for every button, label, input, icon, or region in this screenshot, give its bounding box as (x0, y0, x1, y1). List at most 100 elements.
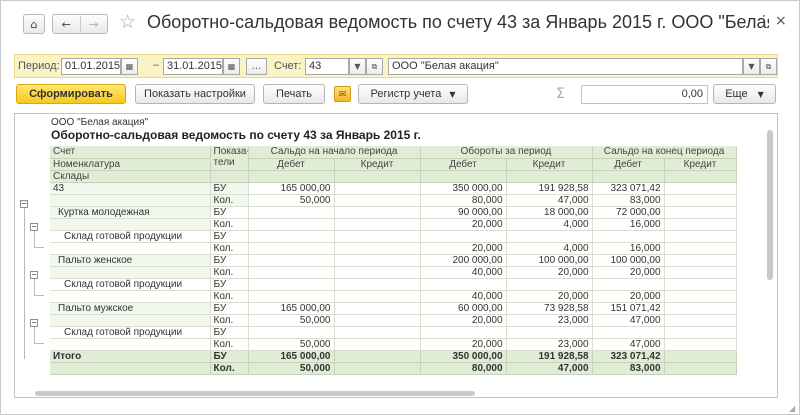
row-indicator: Кол. (210, 290, 249, 303)
resize-grip-icon[interactable]: ◢ (789, 404, 797, 413)
table-row[interactable]: Кол. 20,000 4,000 16,000 (50, 242, 737, 255)
chevron-down-icon[interactable]: ▼ (743, 58, 760, 75)
register-button[interactable]: Регистр учета ▼ (358, 84, 468, 104)
report-title: Оборотно-сальдовая ведомость по счету 43… (51, 128, 421, 142)
table-row[interactable]: Склад готовой продукции БУ (50, 278, 737, 291)
table-row[interactable]: 43 БУ 165 000,00 350 000,00 191 928,58 323 07… (50, 182, 737, 195)
toolbar: Сформировать Показать настройки Печать ✉… (14, 83, 778, 107)
value-cell (334, 314, 421, 327)
table-row[interactable]: Куртка молодежная БУ 90 000,00 18 000,00 72 … (50, 206, 737, 219)
value-cell: 191 928,58 (506, 350, 593, 363)
value-cell (334, 182, 421, 195)
table-row[interactable]: Пальто женское БУ 200 000,00 100 000,00 100 … (50, 254, 737, 267)
value-cell (334, 338, 421, 351)
collapse-icon[interactable]: − (20, 200, 28, 208)
more-button[interactable]: Еще ▼ (713, 84, 776, 104)
value-cell: 4,000 (506, 242, 593, 255)
value-cell: 4,000 (506, 218, 593, 231)
tree-line (34, 231, 35, 247)
more-menu-icon[interactable]: ⋮ (757, 13, 772, 29)
organization-field[interactable]: ООО "Белая акация" (388, 58, 743, 75)
value-cell: 80,000 (420, 362, 507, 375)
close-icon[interactable]: × (775, 13, 787, 29)
row-name: Куртка молодежная (50, 206, 211, 219)
envelope-icon[interactable]: ✉ (334, 86, 351, 102)
date-from-field[interactable]: 01.01.2015 (61, 58, 121, 75)
calendar-icon[interactable]: ▦ (121, 58, 138, 75)
table-row[interactable]: Кол. 50,000 80,000 47,000 83,000 (50, 194, 737, 207)
table-row[interactable]: Кол. 50,000 20,000 23,000 47,000 (50, 338, 737, 351)
more-label: Еще (725, 88, 748, 100)
horizontal-scrollbar[interactable] (35, 390, 755, 397)
period-select-button[interactable]: ... (246, 58, 267, 75)
value-cell (664, 230, 737, 243)
arrow-right-icon[interactable]: → (81, 18, 108, 31)
value-cell (664, 254, 737, 267)
account-field[interactable]: 43 (305, 58, 349, 75)
table-row[interactable]: Склад готовой продукции БУ (50, 230, 737, 243)
value-cell: 83,000 (592, 194, 665, 207)
row-name: Пальто мужское (50, 302, 211, 315)
vertical-scrollbar[interactable] (766, 126, 774, 396)
vertical-scroll-thumb[interactable] (767, 130, 773, 280)
value-cell: 20,000 (420, 338, 507, 351)
table-row[interactable]: Кол. 40,000 20,000 20,000 (50, 266, 737, 279)
print-button[interactable]: Печать (263, 84, 325, 104)
table-row[interactable]: Склад готовой продукции БУ (50, 326, 737, 339)
parameter-bar: Период: 01.01.2015 ▦ – 31.01.2015 ▦ ... … (14, 54, 778, 78)
window-title: Оборотно-сальдовая ведомость по счету 43… (147, 12, 769, 32)
open-icon[interactable]: ⧉ (760, 58, 777, 75)
collapse-icon[interactable]: − (30, 271, 38, 279)
home-button[interactable]: ⌂ (23, 14, 45, 34)
value-cell: 20,000 (592, 266, 665, 279)
horizontal-scroll-thumb[interactable] (35, 391, 475, 396)
chevron-down-icon: ▼ (757, 89, 764, 99)
table-row[interactable]: Кол. 50,000 20,000 23,000 47,000 (50, 314, 737, 327)
show-settings-button[interactable]: Показать настройки (135, 84, 255, 104)
value-cell (334, 326, 421, 339)
table-row[interactable]: Кол. 20,000 4,000 16,000 (50, 218, 737, 231)
sum-field[interactable]: 0,00 (581, 85, 708, 104)
calendar-icon[interactable]: ▦ (223, 58, 240, 75)
row-indicator: Кол. (210, 242, 249, 255)
value-cell (420, 278, 507, 291)
value-cell: 40,000 (420, 290, 507, 303)
value-cell (664, 182, 737, 195)
chevron-down-icon[interactable]: ▼ (349, 58, 366, 75)
value-cell (248, 254, 335, 267)
table-row[interactable]: Кол. 40,000 20,000 20,000 (50, 290, 737, 303)
collapse-icon[interactable]: − (30, 319, 38, 327)
header-credit: Кредит (664, 158, 737, 171)
period-dash: – (153, 59, 160, 71)
date-to-field[interactable]: 31.01.2015 (163, 58, 223, 75)
value-cell (664, 278, 737, 291)
table-row[interactable]: Кол. 50,000 80,000 47,000 83,000 (50, 362, 737, 375)
table-row[interactable]: Пальто мужское БУ 165 000,00 60 000,00 73 92… (50, 302, 737, 315)
arrow-left-icon[interactable]: ← (53, 18, 80, 31)
header-opening: Сальдо на начало периода (248, 146, 421, 159)
collapse-icon[interactable]: − (30, 223, 38, 231)
value-cell: 50,000 (248, 194, 335, 207)
star-icon[interactable]: ☆ (119, 11, 136, 33)
open-icon[interactable]: ⧉ (366, 58, 383, 75)
generate-button[interactable]: Сформировать (16, 84, 126, 104)
value-cell: 47,000 (592, 314, 665, 327)
value-cell (248, 278, 335, 291)
title-bar: ⌂ ← → ☆ Оборотно-сальдовая ведомость по … (1, 1, 800, 47)
tree-line (34, 279, 35, 295)
value-cell: 191 928,58 (506, 182, 593, 195)
row-name (50, 290, 211, 303)
value-cell: 20,000 (420, 218, 507, 231)
row-name (50, 194, 211, 207)
value-cell: 50,000 (248, 314, 335, 327)
value-cell (334, 278, 421, 291)
table-row[interactable]: Итого БУ 165 000,00 350 000,00 191 928,58 323… (50, 350, 737, 363)
tree-line (34, 247, 44, 248)
row-indicator: Кол. (210, 338, 249, 351)
row-name (50, 338, 211, 351)
value-cell: 40,000 (420, 266, 507, 279)
value-cell (664, 350, 737, 363)
value-cell: 20,000 (420, 242, 507, 255)
row-indicator: Кол. (210, 194, 249, 207)
value-cell (664, 266, 737, 279)
